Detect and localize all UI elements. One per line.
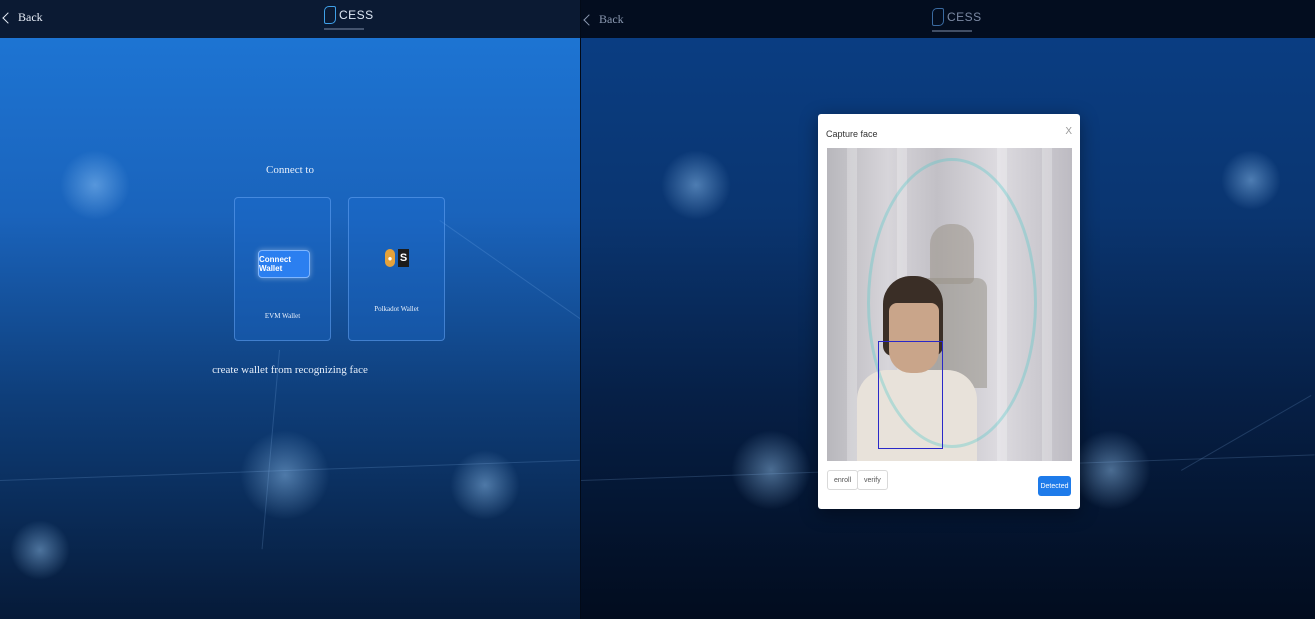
background-glow (10, 520, 70, 580)
detected-button[interactable]: Detected (1038, 476, 1071, 496)
background-glow (450, 450, 520, 520)
camera-preview (827, 148, 1072, 461)
back-button[interactable]: Back (2, 10, 43, 25)
background-glow (60, 150, 130, 220)
polkadot-wallet-label: Polkadot Wallet (374, 305, 419, 313)
connect-title: Connect to (266, 164, 314, 176)
left-panel: Back CESS Connect to Connect Wallet EVM … (0, 0, 580, 619)
background-line (1181, 395, 1312, 471)
connect-wallet-button[interactable]: Connect Wallet (258, 250, 310, 278)
top-bar: Back CESS (0, 0, 580, 38)
logo-tagline (932, 30, 972, 32)
background-glow (1071, 430, 1151, 510)
background-line (439, 220, 580, 325)
close-icon[interactable]: X (1065, 126, 1072, 137)
verify-button[interactable]: verify (857, 470, 888, 490)
chevron-left-icon (583, 13, 595, 26)
logo-tagline (324, 28, 364, 30)
right-panel: Back CESS Capture face X enroll verify D… (581, 0, 1315, 619)
evm-wallet-card[interactable]: Connect Wallet EVM Wallet (234, 197, 331, 341)
top-bar: Back CESS (581, 0, 1315, 38)
curtain-fold (1042, 148, 1052, 461)
back-label: Back (18, 10, 43, 24)
cess-logo: CESS (932, 8, 982, 32)
background-glow (240, 430, 330, 520)
cess-logo-icon (932, 8, 944, 26)
logo-text: CESS (947, 10, 982, 24)
background-glow (731, 430, 811, 510)
curtain-fold (847, 148, 857, 461)
background-glow (661, 150, 731, 220)
evm-wallet-label: EVM Wallet (264, 312, 301, 320)
cess-logo-icon (324, 6, 336, 24)
subwallet-icon: S (398, 249, 409, 267)
face-wallet-link[interactable]: create wallet from recognizing face (0, 364, 580, 376)
face-detection-box (878, 341, 943, 449)
back-label: Back (599, 12, 624, 26)
capture-face-modal: Capture face X enroll verify Detected (818, 114, 1080, 509)
cess-logo: CESS (324, 6, 374, 30)
modal-title: Capture face (826, 129, 878, 139)
background-glow (1221, 150, 1281, 210)
wallet-icons: ● S (385, 249, 409, 267)
chevron-left-icon (2, 11, 14, 24)
polkadot-icon: ● (385, 249, 395, 267)
polkadot-wallet-card[interactable]: ● S Polkadot Wallet (348, 197, 445, 341)
logo-text: CESS (339, 8, 374, 22)
back-button[interactable]: Back (583, 12, 624, 27)
enroll-button[interactable]: enroll (827, 470, 859, 490)
